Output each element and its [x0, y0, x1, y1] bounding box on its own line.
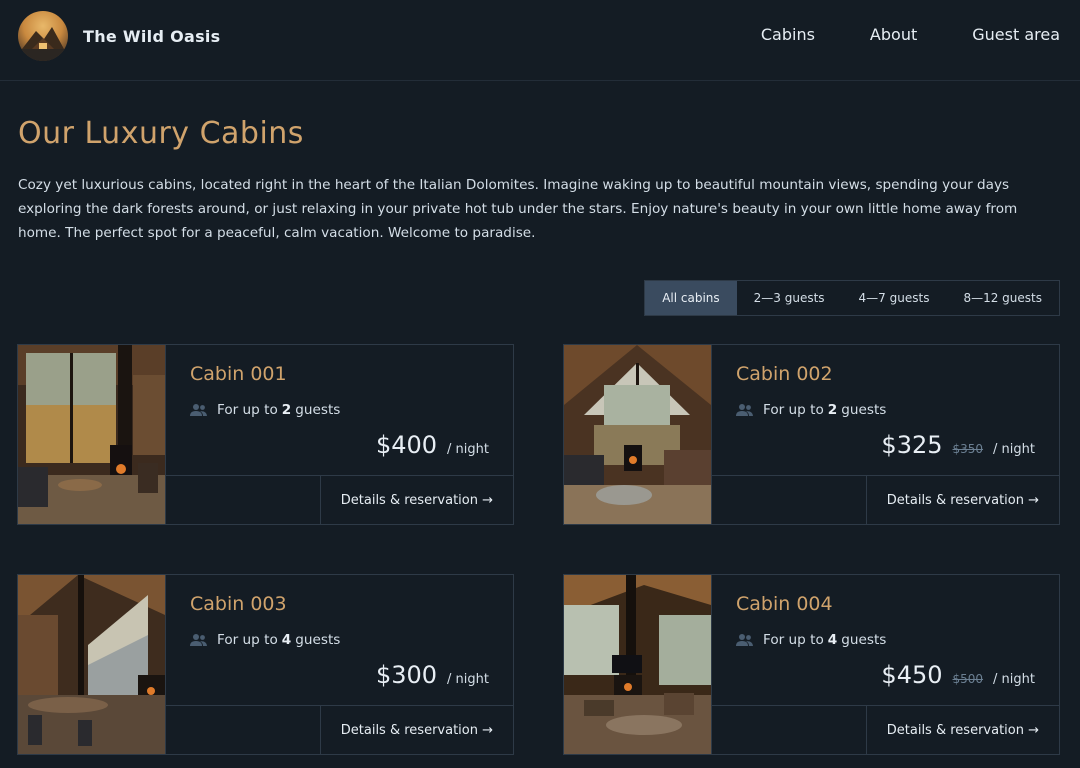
- cabin-image: [564, 345, 711, 524]
- intro-text: Cozy yet luxurious cabins, located right…: [18, 177, 1018, 241]
- price-original: $500: [952, 672, 984, 686]
- cabin-price: $450 $500 / night: [881, 661, 1035, 689]
- capacity-number: 2: [827, 402, 838, 418]
- capacity-suffix: guests: [841, 632, 887, 648]
- capacity-suffix: guests: [295, 632, 341, 648]
- nav-cabins[interactable]: Cabins: [761, 25, 815, 44]
- users-icon: [190, 404, 207, 416]
- site-header: The Wild Oasis Cabins About Guest area: [0, 0, 1080, 81]
- price-current: $300: [375, 661, 438, 689]
- users-icon: [736, 404, 753, 416]
- cabin-info: Cabin 001 For up to 2 guests $400 / nigh…: [165, 345, 513, 524]
- cabin-footer: Details & reservation →: [712, 475, 1059, 524]
- capacity-prefix: For up to: [217, 402, 278, 418]
- capacity-prefix: For up to: [763, 402, 824, 418]
- details-reservation-link[interactable]: Details & reservation →: [319, 476, 513, 524]
- main-nav: Cabins About Guest area: [706, 25, 1060, 44]
- details-reservation-link[interactable]: Details & reservation →: [865, 706, 1059, 754]
- cabin-name: Cabin 002: [736, 363, 833, 385]
- price-current: $400: [375, 431, 438, 459]
- price-original: $350: [952, 442, 984, 456]
- users-icon: [190, 634, 207, 646]
- price-unit: / night: [447, 672, 489, 687]
- cabin-capacity: For up to 4 guests: [736, 632, 886, 648]
- capacity-number: 4: [281, 632, 292, 648]
- filter-2-3-guests[interactable]: 2—3 guests: [737, 281, 842, 315]
- nav-about[interactable]: About: [870, 25, 917, 44]
- brand-name: The Wild Oasis: [83, 26, 221, 46]
- capacity-suffix: guests: [295, 402, 341, 418]
- cabin-price: $400 / night: [376, 431, 489, 459]
- cabin-image: [564, 575, 711, 754]
- capacity-prefix: For up to: [763, 632, 824, 648]
- capacity-prefix: For up to: [217, 632, 278, 648]
- price-unit: / night: [993, 442, 1035, 457]
- price-unit: / night: [447, 442, 489, 457]
- cabin-info: Cabin 004 For up to 4 guests $450 $500 /…: [711, 575, 1059, 754]
- capacity-suffix: guests: [841, 402, 887, 418]
- cabin-capacity: For up to 2 guests: [736, 402, 886, 418]
- filter-4-7-guests[interactable]: 4—7 guests: [842, 281, 947, 315]
- cabin-card: Cabin 004 For up to 4 guests $450 $500 /…: [563, 574, 1060, 755]
- cabin-card: Cabin 001 For up to 2 guests $400 / nigh…: [17, 344, 514, 525]
- cabin-image: [18, 345, 165, 524]
- capacity-number: 2: [281, 402, 292, 418]
- details-reservation-link[interactable]: Details & reservation →: [865, 476, 1059, 524]
- cabin-footer: Details & reservation →: [166, 705, 513, 754]
- nav-guest-area[interactable]: Guest area: [972, 25, 1060, 44]
- cabin-price: $325 $350 / night: [881, 431, 1035, 459]
- cabin-name: Cabin 004: [736, 593, 833, 615]
- price-current: $450: [881, 661, 943, 689]
- logo-image: [18, 11, 68, 61]
- users-icon: [736, 634, 753, 646]
- capacity-number: 4: [827, 632, 838, 648]
- price-current: $325: [881, 431, 943, 459]
- filter-all-cabins[interactable]: All cabins: [645, 281, 737, 315]
- capacity-filter: All cabins 2—3 guests 4—7 guests 8—12 gu…: [644, 280, 1060, 316]
- cabin-name: Cabin 001: [190, 363, 287, 385]
- filter-8-12-guests[interactable]: 8—12 guests: [946, 281, 1059, 315]
- cabin-image: [18, 575, 165, 754]
- cabin-footer: Details & reservation →: [166, 475, 513, 524]
- cabin-name: Cabin 003: [190, 593, 287, 615]
- cabin-footer: Details & reservation →: [712, 705, 1059, 754]
- cabin-capacity: For up to 2 guests: [190, 402, 340, 418]
- cabin-info: Cabin 003 For up to 4 guests $300 / nigh…: [165, 575, 513, 754]
- cabin-card: Cabin 003 For up to 4 guests $300 / nigh…: [17, 574, 514, 755]
- cabin-card: Cabin 002 For up to 2 guests $325 $350 /…: [563, 344, 1060, 525]
- price-unit: / night: [993, 672, 1035, 687]
- details-reservation-link[interactable]: Details & reservation →: [319, 706, 513, 754]
- cabin-capacity: For up to 4 guests: [190, 632, 340, 648]
- cabin-info: Cabin 002 For up to 2 guests $325 $350 /…: [711, 345, 1059, 524]
- page-title: Our Luxury Cabins: [18, 116, 304, 151]
- cabin-price: $300 / night: [376, 661, 489, 689]
- logo-link[interactable]: The Wild Oasis: [18, 11, 221, 61]
